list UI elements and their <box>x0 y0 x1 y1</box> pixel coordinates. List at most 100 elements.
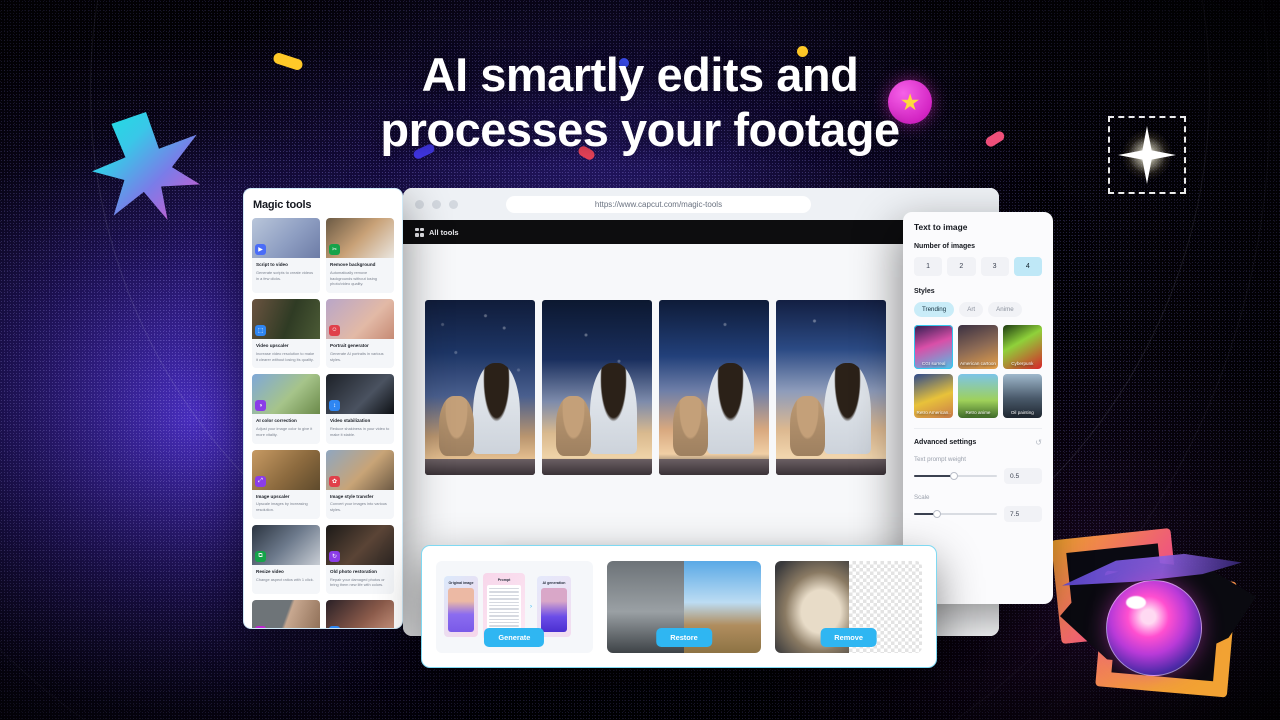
tool-card-body: Script to video Generate scripts to creat… <box>252 258 320 287</box>
tool-card-body: Image upscaler Upscale images by increasi… <box>252 490 320 519</box>
showcase-card-remove[interactable]: Remove <box>775 560 922 653</box>
style-cell-label: Retro anime <box>965 409 991 415</box>
prompt-label: Prompt <box>497 578 511 582</box>
slider-track[interactable] <box>914 472 997 480</box>
generated-image[interactable] <box>659 300 769 475</box>
styles-label: Styles <box>914 288 935 295</box>
image-upscaler-icon: ⤢ <box>255 475 266 487</box>
number-option-4[interactable]: 4 <box>1013 257 1042 276</box>
style-tab-art[interactable]: Art <box>959 302 984 317</box>
slider-row: 7.5 <box>914 506 1042 522</box>
showcase-restore-button[interactable]: Restore <box>656 627 712 647</box>
tool-description: Automatically remove backgrounds without… <box>330 269 377 287</box>
showcase-generate-button[interactable]: Generate <box>484 627 545 647</box>
tool-card[interactable]: ✂ Remove background Automatically remove b… <box>326 218 394 293</box>
text-to-image-title: Text to image <box>914 222 968 232</box>
address-bar[interactable]: https://www.capcut.com/magic-tools <box>506 195 811 213</box>
tool-card[interactable]: ↻ Old photo restoration Repair your damage… <box>326 524 394 595</box>
generated-image[interactable] <box>425 300 535 475</box>
showcase-card-restore[interactable]: Restore <box>606 560 762 653</box>
number-option-1[interactable]: 1 <box>914 257 943 276</box>
magic-tools-panel: Magic tools ▶ Script to video Generate scr… <box>243 188 403 629</box>
showcase-card-generate[interactable]: Original image Prompt › AI generation Ge… <box>436 560 593 653</box>
original-image-thumb <box>448 588 474 632</box>
all-tools-label: All tools <box>429 227 459 237</box>
all-tools-button[interactable]: All tools <box>415 227 459 237</box>
tool-card-body: Portrait generator Generate AI portraits … <box>326 339 394 368</box>
style-tab-anime[interactable]: Anime <box>988 302 1022 317</box>
tool-card[interactable]: ☀Low-light image enhancerImprove low-lig… <box>326 600 394 628</box>
tool-title: Video upscaler <box>256 342 289 348</box>
eye-graphic-decoration <box>1042 524 1272 714</box>
video-upscaler-icon: ⬚ <box>255 324 266 336</box>
close-dot[interactable] <box>415 199 424 209</box>
page-title: AI smartly edits and processes your foot… <box>0 48 1280 157</box>
magic-tools-title: Magic tools <box>253 199 312 211</box>
tool-thumbnail: ✂ <box>326 218 394 258</box>
tool-thumbnail: ↕ <box>326 374 394 415</box>
tool-description: Upscale images by increasing resolution. <box>256 501 308 513</box>
slider-value[interactable]: 7.5 <box>1004 506 1042 522</box>
slider-group: Scale 7.5 <box>914 494 1042 522</box>
tool-card[interactable]: ◕Photo colorizerColorize your black and … <box>252 600 320 628</box>
style-tab-trending[interactable]: Trending <box>914 302 955 317</box>
tool-thumbnail: ⬚ <box>252 298 320 339</box>
tool-description: Increase video resolution to make it cle… <box>256 350 315 362</box>
tool-description: Repair your damaged photos or bring them… <box>330 576 385 588</box>
headline-line-2: processes your footage <box>380 102 900 156</box>
tool-title: AI color correction <box>256 418 297 424</box>
arrow-icon: › <box>530 603 532 610</box>
tool-thumbnail: ◕ <box>252 600 320 628</box>
tool-title: Image style transfer <box>330 493 374 499</box>
slider-value[interactable]: 0.5 <box>1004 468 1042 484</box>
number-option-2[interactable]: 2 <box>947 257 976 276</box>
tool-card-body: AI color correction Adjust your image col… <box>252 414 320 443</box>
tool-thumbnail: ⧉ <box>252 524 320 565</box>
tool-card[interactable]: ⤢ Image upscaler Upscale images by increas… <box>252 449 320 519</box>
style-cell[interactable]: Oil painting <box>1002 374 1042 418</box>
tool-thumbnail: ◑ <box>252 374 320 415</box>
tool-description: Change aspect ratios with 1 click. <box>256 576 314 582</box>
tool-title: Resize video <box>256 568 284 574</box>
window-controls[interactable] <box>415 199 458 209</box>
slider-handle[interactable] <box>949 472 958 480</box>
style-cell[interactable]: Retro American.. <box>914 374 954 418</box>
tool-description: Reduce shakiness in your video to make i… <box>330 426 390 437</box>
tool-card[interactable]: ⬚ Video upscaler Increase video resolution… <box>252 298 320 369</box>
number-of-images-label: Number of images <box>914 243 976 250</box>
tool-card[interactable]: ◑ AI color correction Adjust your image co… <box>252 374 320 444</box>
style-cell[interactable]: Cyberpunk <box>1002 325 1042 369</box>
video-stabilization-icon: ↕ <box>329 400 340 412</box>
number-option-3[interactable]: 3 <box>980 257 1009 276</box>
tool-thumbnail: ☺ <box>326 298 394 339</box>
tool-card[interactable]: ⧉ Resize video Change aspect ratios with 1… <box>252 524 320 595</box>
maximize-dot[interactable] <box>449 199 458 209</box>
style-cell[interactable]: Retro anime <box>958 374 998 418</box>
slider-group: Text prompt weight 0.5 <box>914 456 1042 484</box>
style-cell-label: Oil painting <box>1010 409 1034 415</box>
showcase-remove-button[interactable]: Remove <box>820 627 878 647</box>
generated-image[interactable] <box>542 300 652 475</box>
original-image-block: Original image <box>444 576 478 637</box>
style-cell[interactable]: CGI surreal <box>914 325 954 369</box>
minimize-dot[interactable] <box>432 199 441 209</box>
tool-card-body: Remove background Automatically remove ba… <box>326 258 394 293</box>
low-light-enhancer-icon: ☀ <box>329 626 340 628</box>
slider-track[interactable] <box>914 510 997 518</box>
reset-icon[interactable]: ↺ <box>1035 438 1042 447</box>
generated-image[interactable] <box>776 300 886 475</box>
tool-card[interactable]: ☺ Portrait generator Generate AI portraits… <box>326 298 394 369</box>
tool-card-body: Old photo restoration Repair your damaged… <box>326 565 394 594</box>
tool-title: Portrait generator <box>330 342 369 348</box>
tool-card[interactable]: ▶ Script to video Generate scripts to crea… <box>252 218 320 293</box>
tool-thumbnail: ☀ <box>326 600 394 628</box>
image-style-transfer-icon: ✿ <box>329 475 340 487</box>
tool-card[interactable]: ↕ Video stabilization Reduce shakiness in … <box>326 374 394 444</box>
advanced-sliders: Text prompt weight 0.5 Scale 7.5 <box>914 456 1042 522</box>
advanced-settings-label: Advanced settings <box>914 439 977 446</box>
slider-handle[interactable] <box>933 510 942 518</box>
style-cell[interactable]: American cartoon <box>958 325 998 369</box>
magic-tools-grid: ▶ Script to video Generate scripts to crea… <box>244 218 402 628</box>
tool-card[interactable]: ✿ Image style transfer Convert your images… <box>326 449 394 519</box>
photo-colorizer-icon: ◕ <box>255 626 266 628</box>
